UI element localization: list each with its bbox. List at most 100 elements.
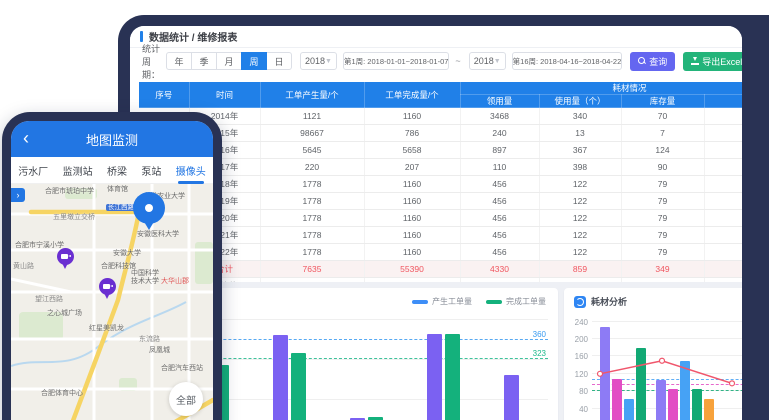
period-label: 统计周期： bbox=[142, 42, 160, 81]
table-row: 62019年177811604561227967 bbox=[139, 193, 742, 210]
camera-marker[interactable] bbox=[57, 248, 74, 270]
bar-完成工单量 bbox=[291, 353, 306, 420]
search-icon bbox=[638, 57, 646, 65]
camera-marker-tip bbox=[104, 293, 110, 299]
breadcrumb-bar: 数据统计 / 维修报表 bbox=[130, 26, 742, 48]
table-cell: 1160 bbox=[364, 193, 460, 210]
phone-tab-泵站[interactable]: 泵站 bbox=[141, 157, 161, 184]
table-cell: 1160 bbox=[364, 108, 460, 125]
consumables-chart-title-row: 耗材分析 bbox=[574, 295, 627, 308]
start-year-select[interactable]: 2018 ▼ bbox=[300, 52, 337, 70]
map-label: 望江西路 bbox=[35, 296, 63, 304]
pin-tip bbox=[143, 220, 155, 230]
table-cell: 122 bbox=[539, 244, 621, 261]
legend-item[interactable]: 完成工单量 bbox=[486, 296, 546, 307]
query-button[interactable]: 查询 bbox=[630, 52, 675, 71]
map-label: 东流路 bbox=[139, 336, 160, 344]
query-button-label: 查询 bbox=[649, 55, 667, 68]
column-header: 工单完成量/个 bbox=[364, 82, 460, 108]
column-header: 工单产生量/个 bbox=[260, 82, 364, 108]
table-row: 72020年177811604561227967 bbox=[139, 210, 742, 227]
table-cell: 67 bbox=[704, 227, 742, 244]
table-cell: 897 bbox=[460, 142, 539, 159]
table-cell: 122 bbox=[539, 176, 621, 193]
legend-swatch bbox=[486, 300, 502, 304]
camera-icon bbox=[103, 284, 110, 289]
phone-tab-桥梁[interactable]: 桥梁 bbox=[107, 157, 127, 184]
workorder-chart-legend: 产生工单量 完成工单量 bbox=[398, 296, 546, 307]
period-option-季[interactable]: 季 bbox=[191, 52, 217, 70]
map-label: 中国科学 技术大学 bbox=[131, 270, 159, 286]
table-cell: 70 bbox=[621, 108, 704, 125]
period-segmented-control: 年季月周日 bbox=[166, 52, 292, 70]
sub-column-header: 使用量（个） bbox=[539, 95, 621, 108]
map-label: 合肥体育中心 bbox=[41, 390, 83, 398]
phone-header: ‹ 地图监测 bbox=[11, 121, 213, 157]
table-cell: 33 bbox=[704, 261, 742, 278]
phone-tab-摄像头[interactable]: 摄像头 bbox=[176, 157, 206, 184]
table-cell: 690 bbox=[704, 125, 742, 142]
table-cell: 122 bbox=[539, 193, 621, 210]
table-row: 82021年177811604561227967 bbox=[139, 227, 742, 244]
report-table-wrap: 序号时间工单产生量/个工单完成量/个耗材情况领用量使用量（个）库存量金额1201… bbox=[139, 82, 742, 295]
table-cell: 1160 bbox=[364, 176, 460, 193]
phone-screen: ‹ 地图监测 污水厂监测站桥梁泵站摄像头 bbox=[11, 121, 213, 420]
table-cell: 786 bbox=[364, 125, 460, 142]
phone-page-title: 地图监测 bbox=[86, 130, 138, 149]
end-year-select[interactable]: 2018 ▼ bbox=[469, 52, 506, 70]
export-excel-button[interactable]: 导出Excel bbox=[683, 52, 742, 71]
map-view[interactable]: › 合肥市琥珀中学体育馆安徽农业大学长江西路五里墩立交桥安徽医科大学合肥市宁溪小… bbox=[11, 184, 213, 420]
table-cell: 122 bbox=[539, 210, 621, 227]
start-week-input[interactable]: 第1周: 2018-01-01~2018-01-07 bbox=[343, 52, 449, 70]
selected-location-pin[interactable] bbox=[133, 192, 165, 232]
table-row: 12014年11211160346834070250 bbox=[139, 108, 742, 125]
table-row: 92022年177811604561227967 bbox=[139, 244, 742, 261]
table-cell: 67 bbox=[704, 176, 742, 193]
y-axis-tick: 200 bbox=[568, 335, 588, 344]
table-cell: 90 bbox=[621, 159, 704, 176]
period-option-月[interactable]: 月 bbox=[216, 52, 242, 70]
table-cell: 5645 bbox=[260, 142, 364, 159]
table-row: 22015年98667786240137690 bbox=[139, 125, 742, 142]
table-cell: 1778 bbox=[260, 244, 364, 261]
camera-icon bbox=[61, 254, 68, 259]
table-cell: 4330 bbox=[460, 261, 539, 278]
breadcrumb: 数据统计 / 维修报表 bbox=[149, 29, 237, 44]
bar-产生工单量 bbox=[504, 375, 519, 420]
table-cell: 55390 bbox=[364, 261, 460, 278]
legend-swatch bbox=[412, 300, 428, 304]
table-cell: 1160 bbox=[364, 210, 460, 227]
map-label: 体育馆 bbox=[107, 186, 128, 194]
table-cell: 207 bbox=[364, 159, 460, 176]
table-cell: 1778 bbox=[260, 227, 364, 244]
phone-tab-监测站[interactable]: 监测站 bbox=[63, 157, 93, 184]
period-option-周[interactable]: 周 bbox=[241, 52, 267, 70]
consumables-chart-plot bbox=[592, 312, 742, 420]
table-cell: 1160 bbox=[364, 244, 460, 261]
sub-column-header: 库存量 bbox=[621, 95, 704, 108]
show-all-button[interactable]: 全部 bbox=[169, 382, 203, 416]
table-row: 52018年177811604561227967 bbox=[139, 176, 742, 193]
table-cell: 250 bbox=[704, 108, 742, 125]
legend-item[interactable]: 产生工单量 bbox=[412, 296, 472, 307]
phone-tab-污水厂[interactable]: 污水厂 bbox=[18, 157, 48, 184]
phone-mockup: ‹ 地图监测 污水厂监测站桥梁泵站摄像头 bbox=[2, 112, 222, 420]
period-option-年[interactable]: 年 bbox=[166, 52, 192, 70]
accent-bar bbox=[140, 31, 143, 42]
camera-marker[interactable] bbox=[99, 278, 116, 300]
table-cell: 456 bbox=[460, 227, 539, 244]
back-icon[interactable]: ‹ bbox=[23, 127, 29, 149]
bar-完成工单量 bbox=[368, 417, 383, 420]
chevron-down-icon: ▼ bbox=[325, 58, 332, 65]
table-cell: 1160 bbox=[364, 227, 460, 244]
table-cell: 398 bbox=[539, 159, 621, 176]
y-axis-tick: 240 bbox=[568, 318, 588, 327]
average-line-label: 360 bbox=[533, 330, 546, 339]
map-label: 安徽医科大学 bbox=[137, 231, 179, 239]
map-expand-button[interactable]: › bbox=[11, 188, 25, 202]
map-label: 合肥市琥珀中学 bbox=[45, 188, 94, 196]
period-option-日[interactable]: 日 bbox=[266, 52, 292, 70]
table-cell: 349 bbox=[621, 261, 704, 278]
end-week-input[interactable]: 第16周: 2018-04-16~2018-04-22 bbox=[512, 52, 623, 70]
table-cell: 5658 bbox=[364, 142, 460, 159]
